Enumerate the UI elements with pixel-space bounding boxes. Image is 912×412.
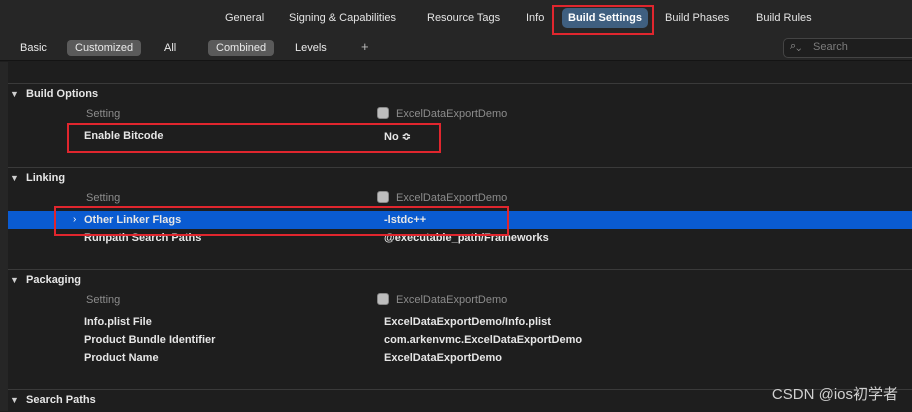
filter-bar: Basic Customized All Combined Levels + ⌕… xyxy=(0,36,912,61)
watermark: CSDN @ios初学者 xyxy=(771,386,898,403)
filter-customized-button[interactable]: Customized xyxy=(67,40,142,56)
tab-build-rules[interactable]: Build Rules xyxy=(750,8,818,28)
column-header: Setting ExcelDataExportDemo xyxy=(8,189,912,207)
highlight-box-build-settings xyxy=(552,5,654,35)
build-settings-list: ▼ Build Options Setting ExcelDataExportD… xyxy=(8,62,912,411)
setting-value[interactable]: ExcelDataExportDemo/Info.plist xyxy=(384,316,551,328)
section-linking[interactable]: ▼ Linking xyxy=(8,167,912,190)
chevron-down-icon: ▼ xyxy=(10,89,19,99)
filter-combined-button[interactable]: Combined xyxy=(208,40,275,56)
search-icon: ⌕⌄ xyxy=(790,40,802,52)
column-header: Setting ExcelDataExportDemo xyxy=(8,105,912,123)
filter-all-button[interactable]: All xyxy=(156,40,184,56)
highlight-box-other-linker-flags xyxy=(54,206,509,236)
tab-info[interactable]: Info xyxy=(520,8,550,28)
filter-basic-button[interactable]: Basic xyxy=(12,40,55,56)
column-header: Setting ExcelDataExportDemo xyxy=(8,291,912,309)
highlight-box-enable-bitcode xyxy=(67,123,441,153)
section-packaging[interactable]: ▼ Packaging xyxy=(8,269,912,292)
setting-row-product-name[interactable]: Product Name ExcelDataExportDemo xyxy=(8,349,912,367)
section-build-options[interactable]: ▼ Build Options xyxy=(8,83,912,106)
header-setting: Setting xyxy=(86,294,121,306)
project-icon xyxy=(377,293,389,305)
section-title: Linking xyxy=(26,172,66,184)
project-icon xyxy=(377,191,389,203)
chevron-down-icon: ▼ xyxy=(10,275,19,285)
section-title: Search Paths xyxy=(26,394,96,406)
chevron-down-icon: ▼ xyxy=(10,173,19,183)
tab-resource-tags[interactable]: Resource Tags xyxy=(421,8,506,28)
left-gutter xyxy=(0,62,8,411)
setting-value[interactable]: com.arkenvmc.ExcelDataExportDemo xyxy=(384,334,582,346)
editor-tab-bar: General Signing & Capabilities Resource … xyxy=(0,0,912,37)
tab-signing-capabilities[interactable]: Signing & Capabilities xyxy=(283,8,402,28)
tab-build-phases[interactable]: Build Phases xyxy=(659,8,735,28)
setting-value[interactable]: ExcelDataExportDemo xyxy=(384,352,502,364)
tab-general[interactable]: General xyxy=(219,8,270,28)
section-title: Packaging xyxy=(26,274,82,286)
setting-row-info-plist-file[interactable]: Info.plist File ExcelDataExportDemo/Info… xyxy=(8,313,912,331)
header-setting: Setting xyxy=(86,108,121,120)
filter-levels-button[interactable]: Levels xyxy=(287,40,335,56)
setting-row-product-bundle-identifier[interactable]: Product Bundle Identifier com.arkenvmc.E… xyxy=(8,331,912,349)
setting-name: Product Name xyxy=(84,352,159,364)
header-project: ExcelDataExportDemo xyxy=(396,192,508,204)
setting-name: Product Bundle Identifier xyxy=(84,334,216,346)
add-setting-button[interactable]: + xyxy=(361,39,369,54)
chevron-down-icon: ▼ xyxy=(10,395,19,405)
project-icon xyxy=(377,107,389,119)
header-project: ExcelDataExportDemo xyxy=(396,294,508,306)
header-setting: Setting xyxy=(86,192,121,204)
search-field[interactable]: ⌕⌄ Search xyxy=(783,38,912,58)
search-placeholder: Search xyxy=(813,41,848,53)
setting-name: Info.plist File xyxy=(84,316,152,328)
header-project: ExcelDataExportDemo xyxy=(396,108,508,120)
section-title: Build Options xyxy=(26,88,99,100)
